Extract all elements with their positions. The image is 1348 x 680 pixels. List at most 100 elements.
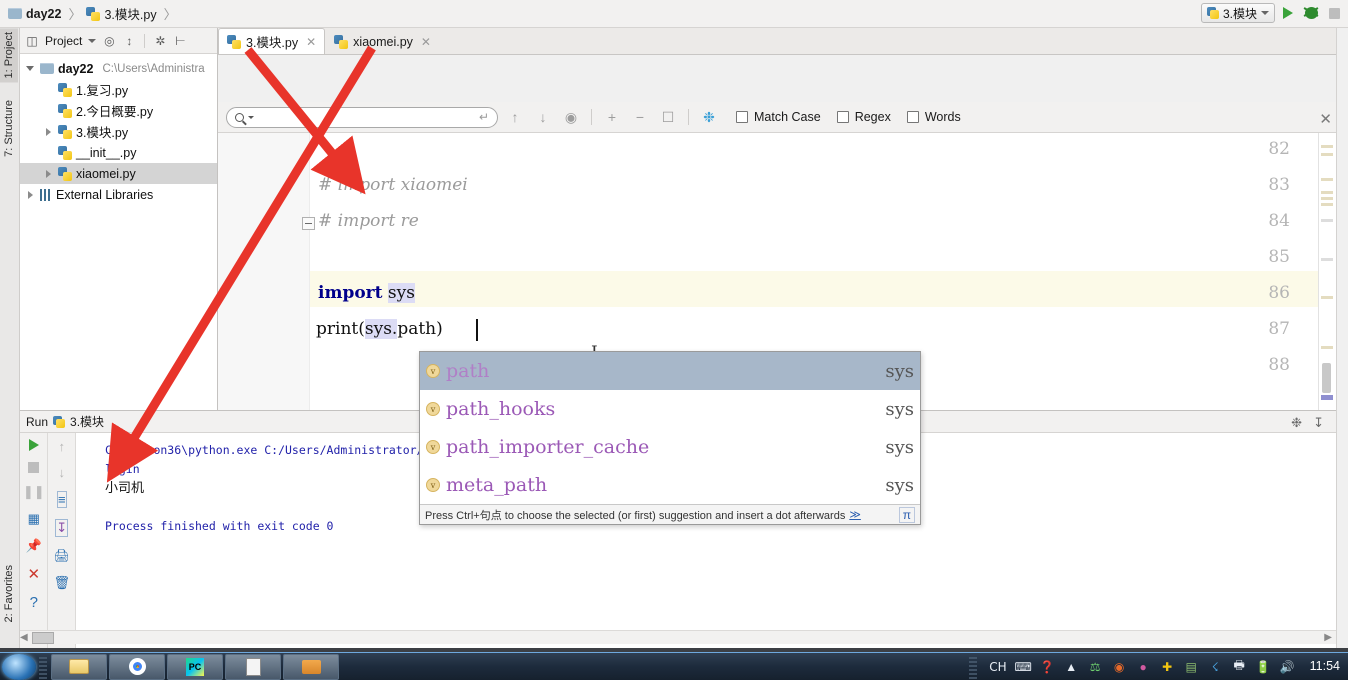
run-button[interactable]: [1278, 3, 1298, 23]
close-icon[interactable]: ✕: [27, 565, 40, 583]
sidebar-tab-project[interactable]: 1: Project: [0, 28, 18, 83]
code-fold-marker[interactable]: [302, 217, 315, 230]
run-configuration-selector[interactable]: 3.模块: [1200, 3, 1275, 23]
remove-selection-button[interactable]: −: [629, 106, 651, 128]
project-view-chevron-icon[interactable]: [88, 38, 97, 43]
taskbar-item-notepad[interactable]: [225, 653, 281, 680]
taskbar-item-chrome[interactable]: [109, 653, 165, 680]
gear-icon[interactable]: ✲: [153, 34, 167, 48]
autocomplete-item[interactable]: v meta_path sys: [420, 466, 920, 504]
tree-item[interactable]: day22 C:\Users\Administra: [20, 58, 217, 79]
stop-icon[interactable]: [28, 462, 40, 473]
python-console-icon[interactable]: π: [898, 506, 915, 523]
stop-button[interactable]: [1324, 3, 1344, 23]
console-icon[interactable]: ▦: [28, 511, 40, 527]
horizontal-scrollbar[interactable]: ◀ ▶: [20, 630, 1336, 644]
scroll-left-arrow-icon[interactable]: ◀: [20, 632, 28, 643]
help-icon[interactable]: ?: [30, 594, 38, 611]
autocomplete-item[interactable]: v path_importer_cache sys: [420, 428, 920, 466]
chevron-down-icon[interactable]: [24, 66, 36, 71]
usb-icon[interactable]: ⚖: [1088, 659, 1103, 674]
search-history-chevron-icon[interactable]: [248, 115, 254, 119]
find-settings-gear-icon[interactable]: ❉: [698, 106, 720, 128]
regex-checkbox[interactable]: Regex: [836, 110, 891, 124]
python-file-icon: [58, 166, 72, 181]
editor-vertical-scrollbar[interactable]: [1322, 363, 1331, 393]
bluetooth-icon[interactable]: ☇: [1208, 659, 1223, 674]
chevron-right-icon[interactable]: [42, 169, 54, 178]
debug-button[interactable]: [1301, 3, 1321, 23]
tree-item[interactable]: 3.模块.py: [20, 121, 217, 142]
editor-tab[interactable]: 3.模块.py ✕: [218, 28, 326, 54]
select-all-occurrences-button[interactable]: ☐: [657, 106, 679, 128]
keyboard-icon[interactable]: ⌨: [1014, 659, 1031, 674]
pause-icon[interactable]: ❚❚: [23, 484, 45, 500]
battery-icon[interactable]: 🔋: [1256, 659, 1271, 674]
tree-item[interactable]: 2.今日概要.py: [20, 100, 217, 121]
close-icon[interactable]: ✕: [306, 35, 316, 49]
network-icon[interactable]: ▤: [1184, 659, 1199, 674]
code-line: import sys: [318, 283, 415, 303]
close-icon[interactable]: ✕: [421, 35, 431, 49]
run-panel-config-name[interactable]: 3.模块: [70, 413, 104, 430]
find-previous-button[interactable]: ↑: [504, 106, 526, 128]
scroll-from-source-icon[interactable]: ↕: [122, 34, 136, 48]
autocomplete-popup[interactable]: v path sys v path_hooks sys v path_importer_cac…: [419, 351, 921, 525]
taskbar-item-folder[interactable]: [283, 653, 339, 680]
down-arrow-icon[interactable]: ↓: [58, 465, 65, 480]
match-case-checkbox[interactable]: Match Case: [736, 110, 821, 124]
chevron-right-icon[interactable]: [24, 190, 36, 199]
volume-icon[interactable]: 🔊: [1280, 659, 1295, 674]
add-selection-button[interactable]: +: [601, 106, 623, 128]
sidebar-tab-structure[interactable]: 7: Structure: [0, 96, 18, 161]
tree-item-label: External Libraries: [56, 187, 154, 202]
media-icon[interactable]: ●: [1136, 659, 1151, 674]
taskbar-item-pycharm[interactable]: PC: [167, 653, 223, 680]
tree-item[interactable]: 1.复习.py: [20, 79, 217, 100]
collapse-all-icon[interactable]: ◎: [102, 34, 116, 48]
autocomplete-item[interactable]: v path sys: [420, 352, 920, 390]
up-arrow-icon[interactable]: ↑: [58, 439, 65, 454]
run-panel-hide-icon[interactable]: ↧: [1313, 415, 1324, 431]
scroll-right-arrow-icon[interactable]: ▶: [1324, 632, 1332, 643]
words-checkbox[interactable]: Words: [906, 110, 961, 124]
editor-tab[interactable]: xiaomei.py ✕: [325, 28, 440, 54]
clock[interactable]: 11:54: [1310, 659, 1340, 674]
clear-all-trash-icon[interactable]: 🗑: [53, 575, 70, 591]
printer-icon[interactable]: 🖶: [1232, 658, 1247, 674]
tree-item[interactable]: __init__.py: [20, 142, 217, 163]
editor-marker-gutter[interactable]: [1318, 133, 1336, 410]
breadcrumb-item-file[interactable]: 3.模块.py: [86, 4, 157, 23]
close-find-bar-button[interactable]: ✕: [1319, 110, 1332, 128]
find-divider: [591, 109, 592, 125]
breadcrumb-item-project[interactable]: day22: [8, 7, 61, 21]
autocomplete-hint-link[interactable]: ≫: [849, 508, 861, 521]
pin-tab-icon[interactable]: 📌: [26, 538, 42, 554]
editor-tab-label: xiaomei.py: [353, 34, 413, 49]
hide-panel-icon[interactable]: ⊢: [173, 34, 187, 48]
taskbar-item-explorer[interactable]: [51, 653, 107, 680]
tree-item[interactable]: External Libraries: [20, 184, 217, 205]
ime-indicator[interactable]: CH: [989, 660, 1006, 674]
help-icon[interactable]: ❓: [1040, 659, 1055, 674]
scroll-to-end-icon[interactable]: ↧: [55, 519, 69, 537]
start-button[interactable]: [2, 653, 36, 680]
browser-icon[interactable]: ◉: [1112, 659, 1127, 674]
find-all-button[interactable]: ◉: [560, 106, 582, 128]
search-input[interactable]: ↵: [226, 106, 498, 128]
horizontal-scroll-thumb[interactable]: [31, 631, 54, 644]
taskbar-grip: [39, 654, 47, 679]
print-icon[interactable]: 🖨: [53, 548, 70, 564]
editor-gutter[interactable]: [218, 133, 310, 410]
chevron-right-icon[interactable]: [42, 127, 54, 136]
variable-badge-icon: v: [426, 440, 440, 454]
sidebar-tab-favorites[interactable]: 2: Favorites: [0, 561, 20, 626]
tree-item[interactable]: xiaomei.py: [20, 163, 217, 184]
autocomplete-item[interactable]: v path_hooks sys: [420, 390, 920, 428]
soft-wrap-icon[interactable]: ≡: [56, 491, 67, 508]
run-panel-settings-gear-icon[interactable]: ❉: [1291, 415, 1302, 431]
find-next-button[interactable]: ↓: [532, 106, 554, 128]
rerun-icon[interactable]: [28, 439, 39, 451]
add-icon[interactable]: ✚: [1160, 659, 1175, 674]
show-hidden-icons-icon[interactable]: ▲: [1064, 659, 1079, 674]
